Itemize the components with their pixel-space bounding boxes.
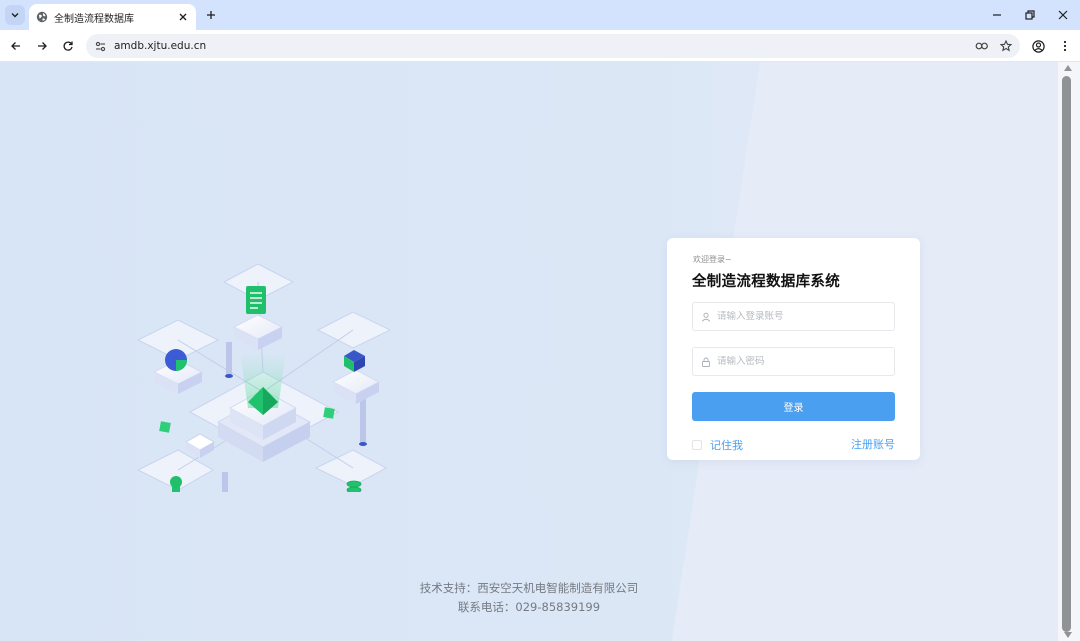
tab-close-button[interactable] xyxy=(176,10,190,24)
remember-checkbox[interactable] xyxy=(692,440,702,450)
bookmark-button[interactable] xyxy=(996,36,1016,56)
username-input[interactable] xyxy=(717,311,887,322)
new-tab-button[interactable] xyxy=(202,6,220,24)
forward-button[interactable] xyxy=(31,35,53,57)
welcome-text: 欢迎登录~ xyxy=(693,255,732,264)
remember-me[interactable]: 记住我 xyxy=(692,437,743,453)
tab-title: 全制造流程数据库 xyxy=(54,13,134,25)
footer-support: 技术支持：西安空天机电智能制造有限公司 xyxy=(419,581,639,595)
register-link[interactable]: 注册账号 xyxy=(851,436,895,452)
tune-icon xyxy=(95,41,105,51)
tab-search-button[interactable] xyxy=(5,5,25,25)
footer-phone: 联系电话：029-85839199 xyxy=(457,600,601,614)
arrow-left-icon xyxy=(11,42,20,50)
browser-toolbar: amdb.xjtu.edu.cn xyxy=(0,30,1080,62)
page-scrollbar[interactable] xyxy=(1058,62,1080,641)
remember-label: 记住我 xyxy=(710,439,743,452)
reload-button[interactable] xyxy=(57,35,79,57)
minimize-button[interactable] xyxy=(986,4,1008,26)
restore-button[interactable] xyxy=(1019,4,1041,26)
isometric-data-illustration xyxy=(136,263,392,492)
login-card: 欢迎登录~ 全制造流程数据库系统 登录 记住我 注册账号 xyxy=(667,238,920,460)
password-manager-button[interactable] xyxy=(972,36,992,56)
scrollbar-thumb[interactable] xyxy=(1062,76,1071,632)
close-window-button[interactable] xyxy=(1052,4,1074,26)
close-icon xyxy=(179,13,187,21)
browser-menu-button[interactable] xyxy=(1054,35,1076,57)
url-text: amdb.xjtu.edu.cn xyxy=(114,40,207,52)
login-page: 欢迎登录~ 全制造流程数据库系统 登录 记住我 注册账号 技术支持：西安空天机电… xyxy=(0,62,1058,641)
key-icon xyxy=(975,42,988,50)
minimize-icon xyxy=(993,14,1001,16)
restore-icon xyxy=(1025,10,1035,20)
profile-icon xyxy=(1031,39,1045,53)
reload-icon xyxy=(63,41,73,51)
profile-button[interactable] xyxy=(1027,35,1049,57)
back-button[interactable] xyxy=(5,35,27,57)
password-input[interactable] xyxy=(717,356,887,367)
login-button[interactable]: 登录 xyxy=(692,392,895,421)
user-icon xyxy=(701,312,711,322)
chevron-down-icon xyxy=(11,13,19,18)
username-field[interactable] xyxy=(692,302,895,331)
login-title: 全制造流程数据库系统 xyxy=(692,274,840,290)
site-info-button[interactable] xyxy=(92,38,108,54)
star-icon xyxy=(1000,40,1012,52)
address-bar[interactable]: amdb.xjtu.edu.cn xyxy=(86,34,1020,58)
browser-tab-active[interactable]: 全制造流程数据库 xyxy=(29,4,196,30)
more-vert-icon xyxy=(1063,40,1067,52)
scroll-down-arrow-icon[interactable] xyxy=(1064,632,1072,638)
lock-icon xyxy=(701,357,711,367)
globe-icon xyxy=(36,11,48,23)
password-field[interactable] xyxy=(692,347,895,376)
close-icon xyxy=(1058,10,1068,20)
plus-icon xyxy=(207,11,215,19)
tab-strip: 全制造流程数据库 xyxy=(0,0,1080,30)
scroll-up-arrow-icon[interactable] xyxy=(1064,65,1072,71)
arrow-right-icon xyxy=(38,42,47,50)
login-button-label: 登录 xyxy=(783,403,804,414)
